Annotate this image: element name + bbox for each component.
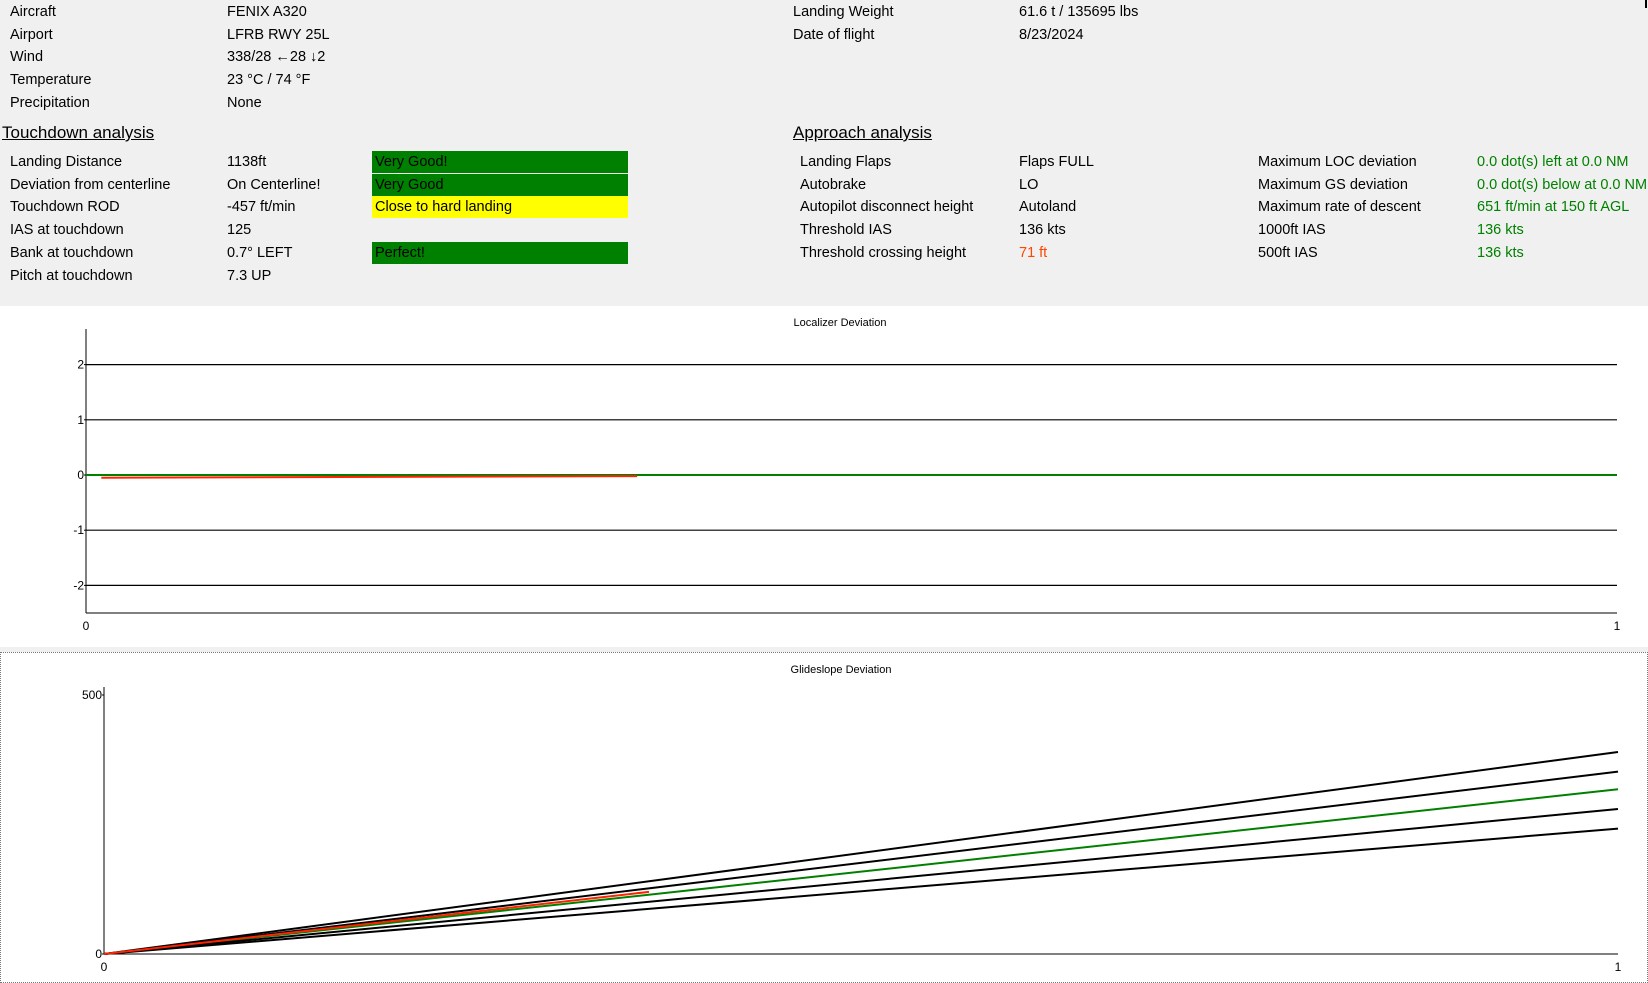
glideslope-deviation-chart: Glideslope Deviation 500 0 0 1	[0, 652, 1648, 983]
touchdown-value: 1138ft	[227, 154, 267, 170]
approach-label: Maximum GS deviation	[1258, 176, 1408, 193]
series-line	[101, 475, 638, 479]
approach-label: Autopilot disconnect height	[800, 199, 974, 216]
info-value: 8/23/2024	[1019, 26, 1084, 43]
touchdown-label: Landing Distance	[10, 154, 123, 170]
x-tick-label: 0	[83, 619, 90, 633]
touchdown-label: IAS at touchdown	[10, 222, 124, 239]
y-tick-label: 500	[82, 688, 102, 702]
touchdown-value: 125	[227, 222, 252, 239]
localizer-chart-svg: Localizer Deviation 2 1 0 -1 -2 0 1	[73, 317, 1621, 633]
y-tick-label: 0	[95, 947, 102, 961]
touchdown-label: Bank at touchdown	[10, 244, 134, 261]
info-label: Precipitation	[10, 94, 90, 111]
rating-badge: Very Good!	[372, 151, 628, 173]
info-value: LFRB RWY 25L	[227, 26, 330, 43]
rating-badge: Very Good	[372, 173, 628, 196]
approach-value: 651 ft/min at 150 ft AGL	[1477, 199, 1630, 216]
touchdown-label: Deviation from centerline	[10, 176, 171, 193]
info-value: 61.6 t / 135695 lbs	[1019, 4, 1139, 20]
approach-value: LO	[1019, 176, 1039, 193]
chart-title: Localizer Deviation	[794, 317, 887, 329]
approach-value: 0.0 dot(s) left at 0.0 NM	[1477, 154, 1629, 170]
touchdown-value: On Centerline!	[227, 176, 321, 193]
approach-value: 136 kts	[1019, 222, 1066, 239]
approach-label: 1000ft IAS	[1258, 222, 1326, 239]
approach-label: Autobrake	[800, 176, 867, 193]
reference-line	[103, 827, 1619, 955]
x-tick-label: 1	[1615, 960, 1622, 974]
rating-badge: Close to hard landing	[372, 196, 628, 219]
info-label: Date of flight	[793, 26, 875, 43]
approach-analysis-title: Approach analysis	[793, 123, 932, 142]
approach-label: Maximum LOC deviation	[1258, 154, 1417, 170]
info-label: Temperature	[10, 72, 92, 89]
info-label: Aircraft	[10, 4, 56, 20]
info-label: Airport	[10, 26, 53, 43]
approach-label: Maximum rate of descent	[1258, 199, 1421, 216]
y-tick-label: 0	[77, 468, 84, 482]
approach-label: Threshold crossing height	[800, 244, 967, 261]
approach-value: 71 ft	[1019, 244, 1048, 261]
approach-value: 136 kts	[1477, 244, 1524, 261]
approach-value: 136 kts	[1477, 222, 1524, 239]
touchdown-value: 7.3 UP	[227, 267, 272, 284]
info-value: 23 °C / 74 °F	[227, 72, 311, 89]
reference-line	[103, 807, 1619, 955]
reference-line	[103, 770, 1619, 955]
approach-value: Flaps FULL	[1019, 154, 1094, 170]
info-value: 338/28 ←28 ↓2	[227, 49, 326, 66]
approach-label: 500ft IAS	[1258, 244, 1318, 261]
rating-badge: Perfect!	[372, 241, 628, 264]
y-tick-label: 1	[77, 413, 84, 427]
touchdown-value: -457 ft/min	[227, 199, 296, 216]
localizer-deviation-chart: Localizer Deviation 2 1 0 -1 -2 0 1	[0, 306, 1648, 647]
touchdown-value: 0.7° LEFT	[227, 244, 293, 261]
glideslope-chart-svg: Glideslope Deviation 500 00 1	[82, 664, 1622, 974]
approach-value: 0.0 dot(s) below at 0.0 NM	[1477, 176, 1648, 193]
reference-line	[103, 788, 1619, 955]
info-value: None	[227, 94, 262, 111]
y-tick-label: 2	[77, 358, 84, 372]
touchdown-label: Touchdown ROD	[10, 199, 120, 216]
y-tick-label: -1	[73, 523, 84, 537]
touchdown-label: Pitch at touchdown	[10, 267, 133, 284]
info-label: Wind	[10, 49, 44, 66]
reference-line	[103, 750, 1619, 955]
y-tick-label: -2	[73, 578, 84, 592]
chart-title: Glideslope Deviation	[791, 664, 892, 676]
x-tick-label: 0	[101, 960, 108, 974]
approach-value: Autoland	[1019, 199, 1077, 216]
approach-label: Landing Flaps	[800, 154, 892, 170]
approach-label: Threshold IAS	[800, 222, 892, 239]
series-line	[103, 890, 650, 955]
window-edge-marker	[1645, 0, 1647, 8]
touchdown-analysis-title: Touchdown analysis	[2, 123, 155, 142]
info-value: FENIX A320	[227, 4, 307, 20]
info-label: Landing Weight	[793, 4, 894, 20]
x-tick-label: 1	[1614, 619, 1621, 633]
